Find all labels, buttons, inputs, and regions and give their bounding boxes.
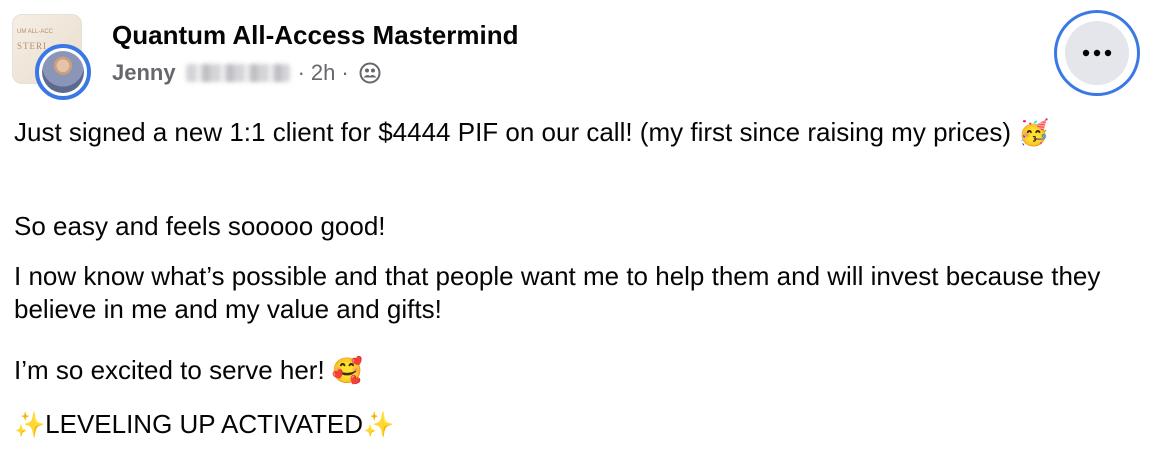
paragraph-5-text: LEVELING UP ACTIVATED [45, 409, 364, 439]
post-paragraph-5: ✨LEVELING UP ACTIVATED✨ [14, 408, 394, 442]
post-paragraph-4: I’m so excited to serve her! 🥰 [14, 354, 363, 388]
group-members-icon[interactable] [359, 62, 381, 84]
smiling-hearts-emoji: 🥰 [331, 357, 364, 385]
more-options-button[interactable] [1054, 10, 1140, 96]
facebook-group-post: UM ALL-ACC STERI Quantum All-Access Mast… [0, 0, 1152, 466]
author-avatar[interactable] [35, 44, 91, 100]
meta-separator: · [297, 60, 305, 85]
post-meta: Jenny · 2h · [112, 60, 381, 86]
group-thumbnail-text: STERI [17, 41, 48, 51]
post-paragraph-1: Just signed a new 1:1 client for $4444 P… [14, 116, 1124, 150]
group-name-link[interactable]: Quantum All-Access Mastermind [112, 20, 518, 51]
group-thumbnail-subtext: UM ALL-ACC [17, 29, 54, 35]
party-face-emoji: 🥳 [1018, 119, 1050, 147]
paragraph-1-text: Just signed a new 1:1 client for $4444 P… [14, 117, 1019, 147]
redacted-surname [185, 64, 290, 82]
author-photo [42, 51, 84, 93]
paragraph-4-text: I’m so excited to serve her! [14, 355, 332, 385]
post-timestamp-link[interactable]: 2h [311, 60, 335, 86]
post-paragraph-2: So easy and feels sooooo good! [14, 211, 386, 241]
author-name-link[interactable]: Jenny [112, 60, 176, 86]
sparkles-emoji-left: ✨ [14, 411, 46, 439]
more-options-icon [1082, 49, 1112, 57]
sparkles-emoji-right: ✨ [363, 411, 395, 439]
meta-separator-2: · [341, 60, 349, 85]
post-paragraph-3: I now know what’s possible and that peop… [14, 261, 1101, 324]
more-options-bg [1065, 21, 1129, 85]
